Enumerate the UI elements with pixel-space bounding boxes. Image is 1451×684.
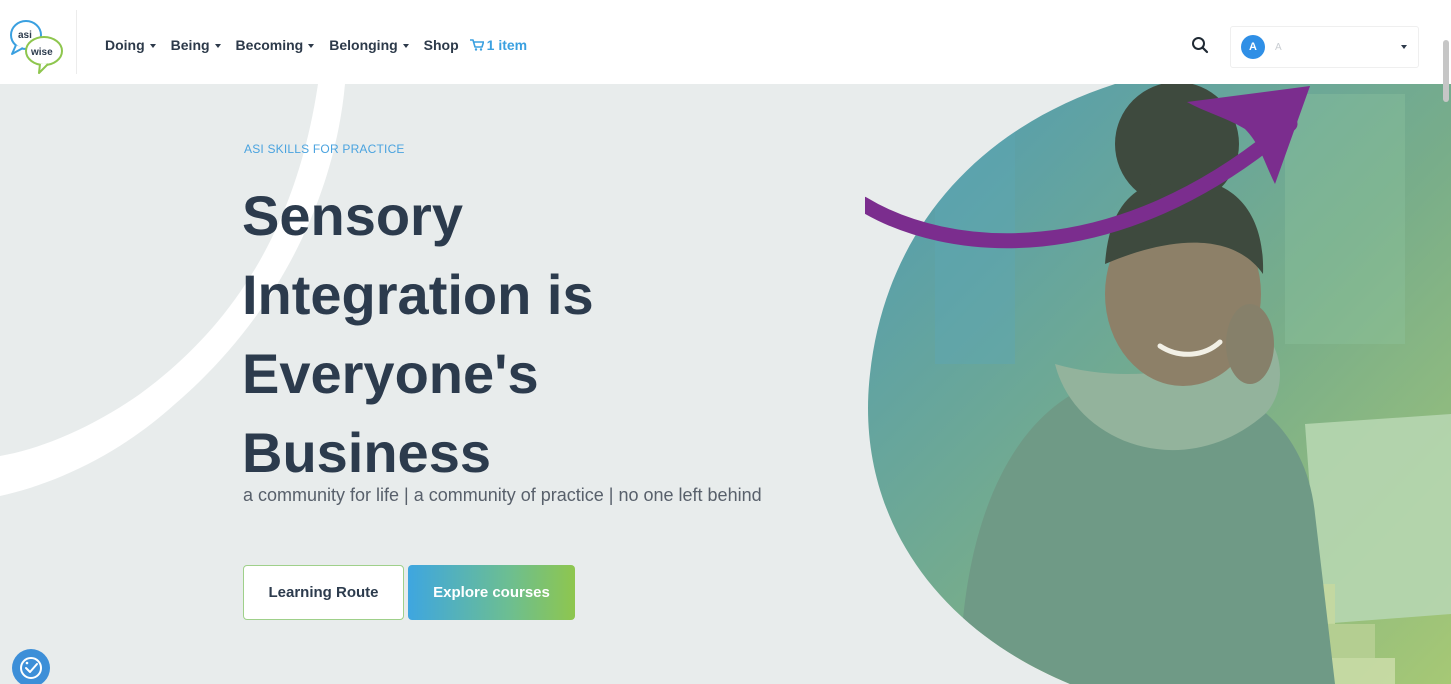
logo-text-asi: asi	[18, 30, 32, 41]
nav-item-label: Doing	[105, 37, 145, 53]
headline-line: Business	[242, 421, 491, 484]
nav-item-being[interactable]: Being	[171, 37, 221, 53]
avatar: A	[1241, 35, 1265, 59]
logo-divider	[76, 10, 77, 74]
cart-link[interactable]: 1 item	[469, 37, 528, 53]
hero-subtitle: a community for life | a community of pr…	[243, 485, 762, 505]
nav-item-label: Being	[170, 37, 210, 53]
cart-count-label: 1 item	[486, 37, 528, 53]
headline-line: Sensory	[242, 184, 463, 247]
hero-photo	[865, 84, 1451, 684]
scrollbar-thumb[interactable]	[1443, 40, 1449, 102]
site-header: asi wise Doing Being Becoming Belonging …	[0, 0, 1451, 84]
user-name: A	[1275, 41, 1282, 53]
main-nav: Doing Being Becoming Belonging Shop 1 it…	[105, 37, 527, 53]
nav-item-label: Shop	[423, 37, 459, 53]
cart-icon	[469, 39, 484, 51]
accessibility-button[interactable]	[12, 649, 50, 684]
caret-down-icon	[308, 43, 315, 48]
hero-eyebrow: ASI SKILLS FOR PRACTICE	[244, 142, 405, 156]
learning-route-button[interactable]: Learning Route	[243, 565, 404, 620]
nav-item-doing[interactable]: Doing	[105, 37, 156, 53]
hero-headline: Sensory Integration is Everyone's Busine…	[242, 176, 842, 492]
caret-down-icon	[149, 43, 156, 48]
nav-item-shop[interactable]: Shop	[424, 37, 459, 53]
chevron-down-icon	[1401, 45, 1407, 49]
nav-item-label: Becoming	[235, 37, 304, 53]
caret-down-icon	[214, 43, 221, 48]
logo-text-wise: wise	[30, 47, 53, 58]
nav-item-becoming[interactable]: Becoming	[236, 37, 315, 53]
caret-down-icon	[402, 43, 409, 48]
nav-item-label: Belonging	[329, 37, 398, 53]
explore-courses-button[interactable]: Explore courses	[408, 565, 575, 620]
nav-item-belonging[interactable]: Belonging	[329, 37, 409, 53]
search-icon[interactable]	[1191, 36, 1209, 54]
hero-section: ASI SKILLS FOR PRACTICE Sensory Integrat…	[0, 84, 1451, 684]
user-menu[interactable]: A A	[1230, 26, 1419, 68]
headline-line: Everyone's	[242, 342, 539, 405]
asiwise-logo[interactable]: asi wise	[6, 18, 70, 74]
headline-line: Integration is	[242, 263, 594, 326]
page-scrollbar[interactable]	[1441, 0, 1451, 684]
accessibility-icon	[20, 657, 42, 679]
